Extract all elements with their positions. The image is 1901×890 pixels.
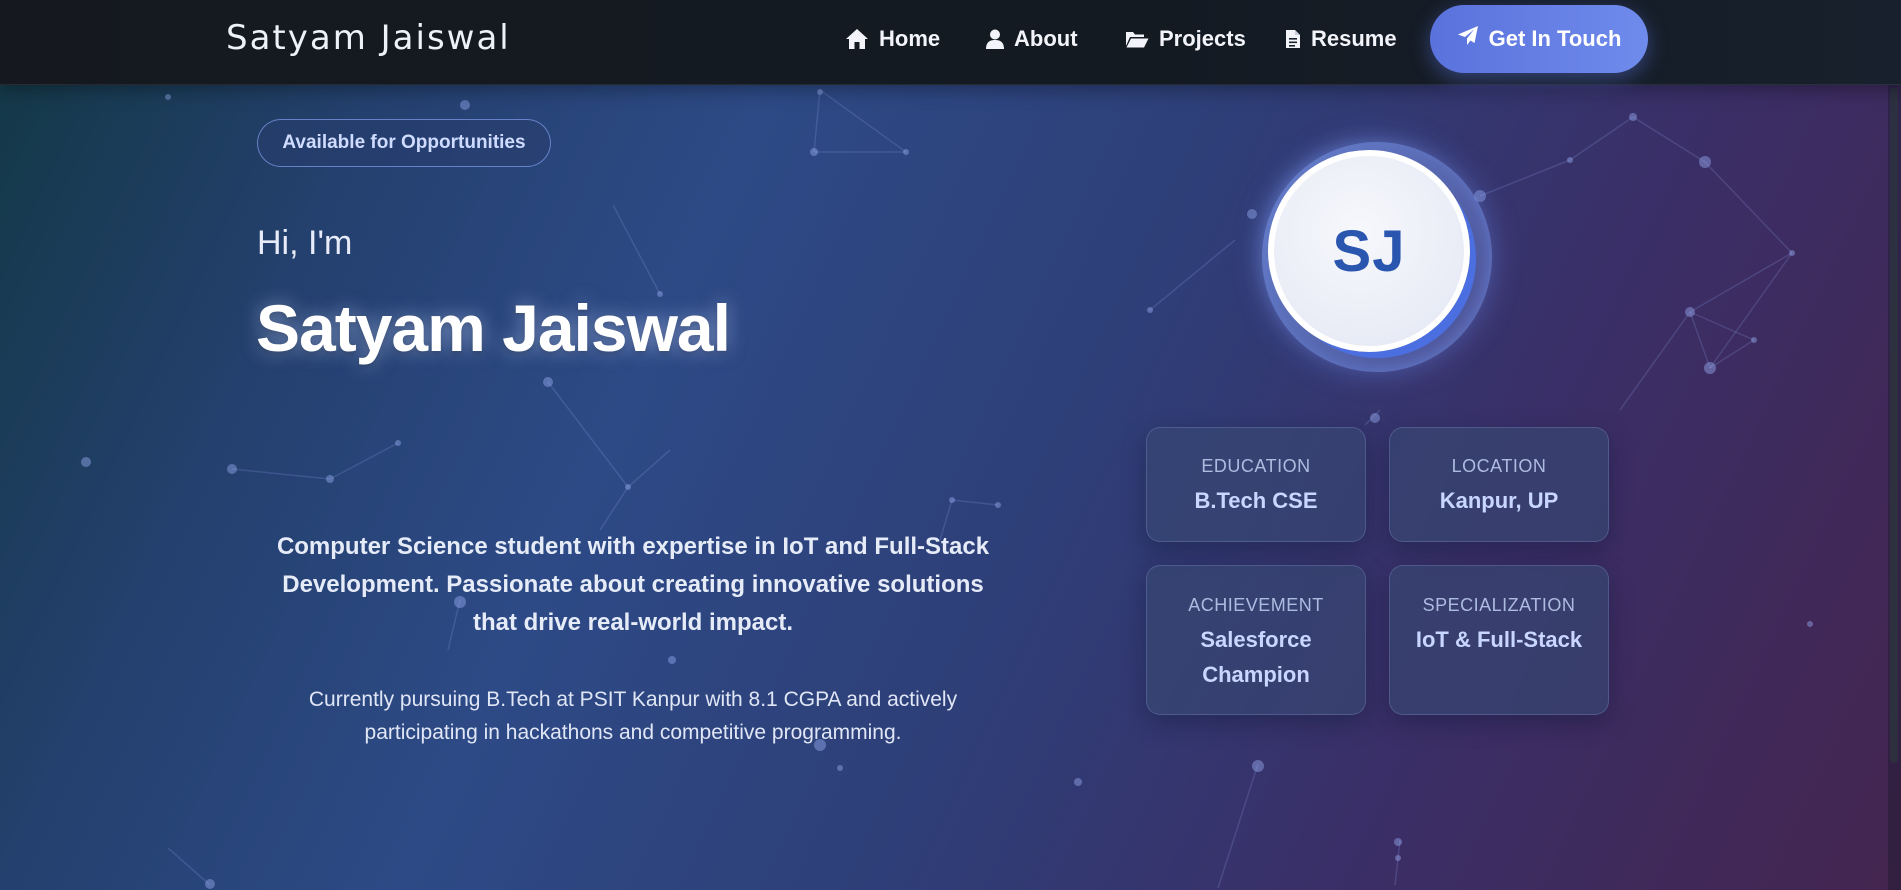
availability-badge: Available for Opportunities [257,119,551,167]
info-card-education: EDUCATION B.Tech CSE [1146,427,1366,542]
get-in-touch-button[interactable]: Get In Touch [1430,5,1648,73]
info-card-value: Kanpur, UP [1439,488,1559,513]
info-card-value: IoT & Full-Stack [1415,627,1583,652]
nav-item-label: About [1014,26,1078,51]
hero-subtext: Currently pursuing B.Tech at PSIT Kanpur… [308,688,958,744]
nav-item-label: Resume [1311,26,1397,51]
nav-item-home[interactable]: Home [845,26,940,52]
brand-logo[interactable]: Satyam Jaiswal [226,18,511,58]
file-icon [1285,29,1301,49]
avatar: SJ [1268,150,1470,352]
nav-item-about[interactable]: About [986,26,1078,52]
avatar-initials: SJ [1332,218,1406,284]
info-card-location: LOCATION Kanpur, UP [1389,427,1609,542]
hero-greeting: Hi, I'm [257,224,353,262]
info-card-value: Salesforce Champion [1200,627,1312,687]
scrollbar-thumb[interactable] [1890,88,1898,763]
top-navbar: Satyam Jaiswal Home About Projects Resum… [0,0,1901,85]
info-card-value: B.Tech CSE [1194,488,1318,513]
nav-item-projects[interactable]: Projects [1125,26,1246,52]
info-card-label: EDUCATION [1201,456,1311,476]
user-icon [986,29,1004,49]
home-icon [845,28,869,50]
info-card-label: ACHIEVEMENT [1188,595,1324,615]
nav-item-resume[interactable]: Resume [1285,26,1397,52]
nav-item-label: Projects [1159,26,1246,51]
info-card-achievement: ACHIEVEMENT Salesforce Champion [1146,565,1366,715]
info-card-specialization: SPECIALIZATION IoT & Full-Stack [1389,565,1609,715]
nav-item-label: Home [879,26,941,51]
get-in-touch-label: Get In Touch [1488,26,1622,51]
folder-open-icon [1125,29,1149,49]
hero-name: Satyam Jaiswal [256,291,731,365]
info-card-label: LOCATION [1451,456,1547,476]
hero-description: Computer Science student with expertise … [276,533,990,636]
paper-plane-icon [1457,25,1479,53]
info-card-label: SPECIALIZATION [1422,595,1576,615]
